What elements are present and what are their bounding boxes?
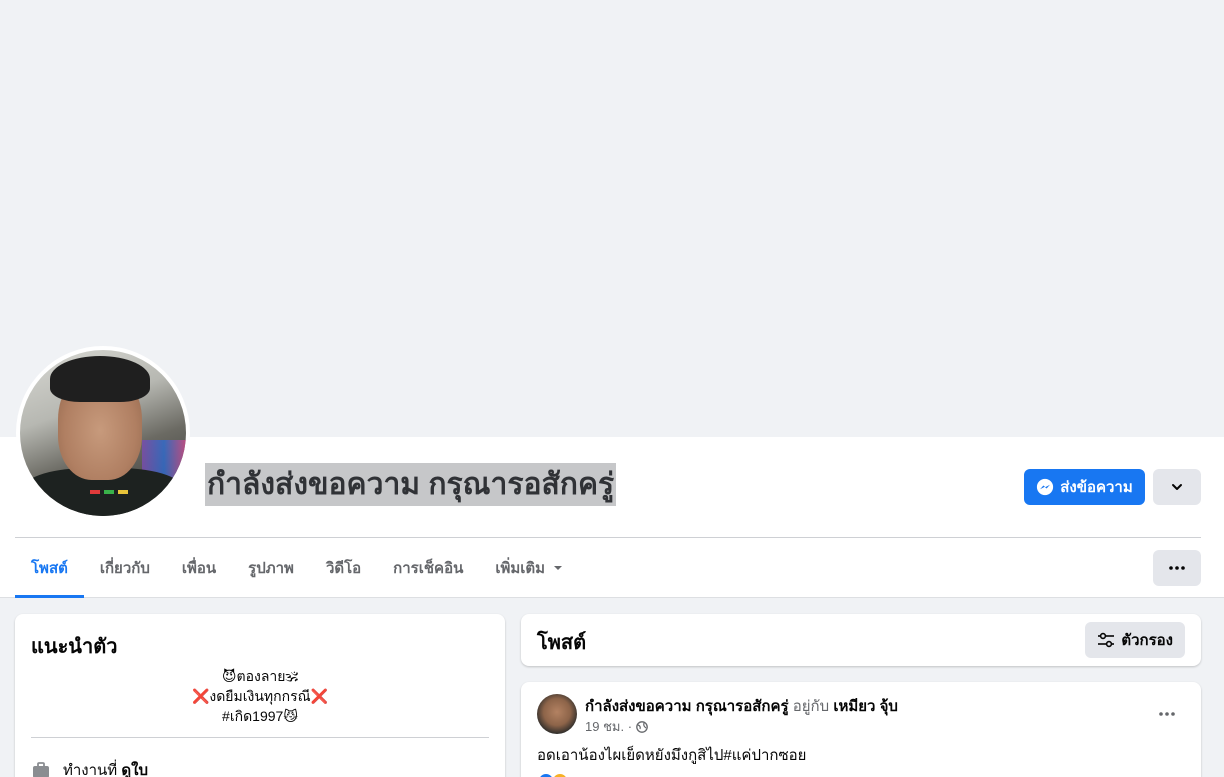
intro-divider: [31, 737, 489, 738]
post-author-avatar[interactable]: [537, 694, 577, 734]
posts-header-card: โพสต์ ตัวกรอง: [521, 614, 1201, 666]
tab-label: เกี่ยวกับ: [99, 560, 150, 577]
tab-photos[interactable]: รูปภาพ: [232, 538, 310, 598]
filter-icon: [1098, 632, 1115, 648]
tab-label: วิดีโอ: [325, 560, 362, 577]
posts-title: โพสต์: [537, 632, 587, 654]
avatar-shirt-stripe: [104, 490, 114, 494]
intro-work-row: ทำงานที่ ดูใบ: [31, 758, 148, 777]
send-message-label: ส่งข้อความ: [1060, 479, 1133, 496]
tab-about[interactable]: เกี่ยวกับ: [84, 538, 166, 598]
messenger-icon: [1037, 478, 1054, 496]
cover-photo[interactable]: [0, 0, 1224, 437]
tab-friends[interactable]: เพื่อน: [166, 538, 232, 598]
avatar-shirt-stripe: [90, 490, 100, 494]
post-more-button[interactable]: [1149, 696, 1185, 732]
tab-checkins[interactable]: การเช็คอิน: [377, 538, 479, 598]
bio-line: ❌งดยืมเงินทุกกรณี❌: [191, 688, 329, 704]
profile-name: กำลังส่งขอความ กรุณารอสักครู่: [205, 463, 617, 506]
work-prefix: ทำงานที่: [63, 762, 118, 777]
avatar-hair: [50, 356, 150, 402]
work-place-link[interactable]: ดูใบ: [121, 762, 148, 777]
more-horizontal-icon: [1159, 712, 1175, 716]
post-text: อดเอาน้องไผเย็ดหยังมึงกูสิไป#แค่ปากซอย: [537, 747, 807, 764]
bio-line: 😈ตองลาย🕉: [221, 668, 299, 684]
caret-down-icon: [554, 566, 563, 570]
filter-button[interactable]: ตัวกรอง: [1085, 622, 1185, 658]
bio: 😈ตองลาย🕉 ❌งดยืมเงินทุกกรณี❌ #เกิด1997😼: [31, 666, 489, 726]
tab-more[interactable]: เพิ่มเติม: [479, 538, 579, 598]
avatar: [20, 350, 186, 516]
intro-card: แนะนำตัว 😈ตองลาย🕉 ❌งดยืมเงินทุกกรณี❌ #เก…: [15, 614, 505, 777]
post-header: กำลังส่งขอความ กรุณารอสักครู่ อยู่กับ เห…: [585, 694, 898, 718]
chevron-down-icon: [1172, 484, 1182, 490]
intro-title: แนะนำตัว: [31, 636, 118, 658]
tab-posts[interactable]: โพสต์: [15, 538, 84, 598]
post-with-text: อยู่กับ: [792, 698, 830, 715]
tab-videos[interactable]: วิดีโอ: [310, 538, 377, 598]
profile-picture[interactable]: [16, 346, 190, 520]
post-meta: 19 ชม. ·: [585, 716, 648, 737]
profile-tabs: โพสต์ เกี่ยวกับ เพื่อน รูปภาพ วิดีโอ การ…: [15, 538, 579, 598]
tab-label: เพื่อน: [181, 560, 217, 577]
tab-label: โพสต์: [31, 560, 68, 577]
bio-line: #เกิด1997😼: [222, 708, 298, 724]
tab-label: รูปภาพ: [248, 560, 294, 577]
profile-dropdown-button[interactable]: [1153, 469, 1201, 505]
haha-reaction-icon: [551, 772, 569, 777]
avatar-shirt-stripe: [118, 490, 128, 494]
tab-label: เพิ่มเติม: [495, 560, 546, 577]
tab-label: การเช็คอิน: [393, 560, 464, 577]
post-author-link[interactable]: กำลังส่งขอความ กรุณารอสักครู่: [585, 698, 789, 715]
post-card: กำลังส่งขอความ กรุณารอสักครู่ อยู่กับ เห…: [521, 682, 1201, 777]
tagged-person-link[interactable]: เหมียว จุ้บ: [833, 698, 898, 715]
more-horizontal-icon: [1169, 566, 1185, 570]
briefcase-icon: [33, 762, 49, 777]
globe-icon: [636, 720, 648, 733]
send-message-button[interactable]: ส่งข้อความ: [1024, 469, 1145, 505]
filter-label: ตัวกรอง: [1121, 632, 1173, 649]
more-options-button[interactable]: [1153, 550, 1201, 586]
post-reactions[interactable]: [537, 772, 569, 777]
post-time[interactable]: 19 ชม. ·: [585, 716, 632, 737]
